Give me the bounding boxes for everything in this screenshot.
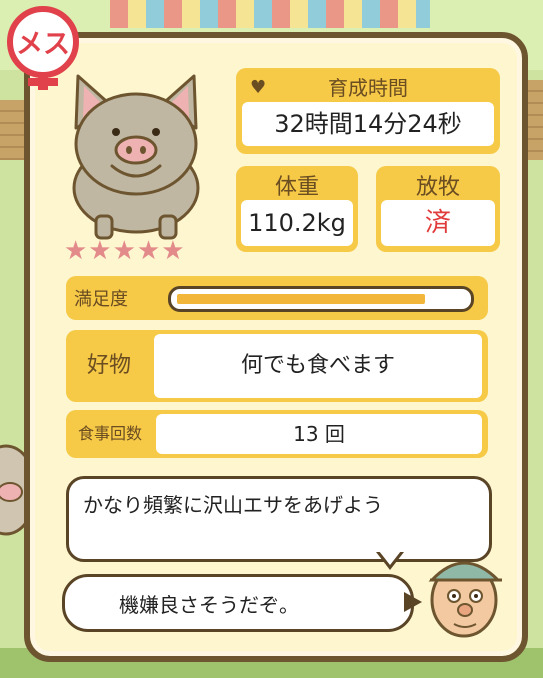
mood-text: 機嫌良さそうだぞ。 (119, 593, 299, 617)
satisfaction-label: 満足度 (74, 289, 128, 310)
favorite-food-box: 好物 何でも食べます (66, 330, 488, 402)
weight-value: 110.2kg (241, 200, 353, 246)
satisfaction-bar-fill (177, 294, 425, 304)
rating-stars: ★★★★★ (64, 236, 186, 266)
meal-count-value: 13 回 (156, 414, 482, 454)
grazing-label: 放牧 (415, 175, 460, 200)
satisfaction-box: 満足度 (66, 276, 488, 320)
favorite-food-value: 何でも食べます (154, 334, 482, 398)
farmer-avatar (428, 561, 502, 638)
meal-count-label: 食事回数 (77, 424, 142, 443)
favorite-food-label: 好物 (86, 353, 131, 378)
advice-bubble-tail-fill (379, 551, 401, 565)
weight-box: 体重 110.2kg (236, 166, 358, 252)
pig-portrait (72, 74, 200, 240)
breeding-time-box: ♥ 育成時間 32時間14分24秒 (236, 68, 500, 154)
advice-text: かなり頻繁に沢山エサをあげよう (83, 493, 383, 517)
breeding-time-value: 32時間14分24秒 (242, 102, 494, 146)
grazing-value: 済 (381, 200, 495, 246)
grazing-box: 放牧 済 (376, 166, 500, 252)
weight-label: 体重 (274, 175, 319, 200)
mood-bubble: 機嫌良さそうだぞ。 (62, 574, 414, 632)
breeding-time-label: 育成時間 (328, 76, 408, 100)
background-flags (110, 0, 430, 28)
gender-label: メス (16, 29, 70, 60)
meal-count-box: 食事回数 13 回 (66, 410, 488, 458)
satisfaction-bar (168, 286, 474, 312)
